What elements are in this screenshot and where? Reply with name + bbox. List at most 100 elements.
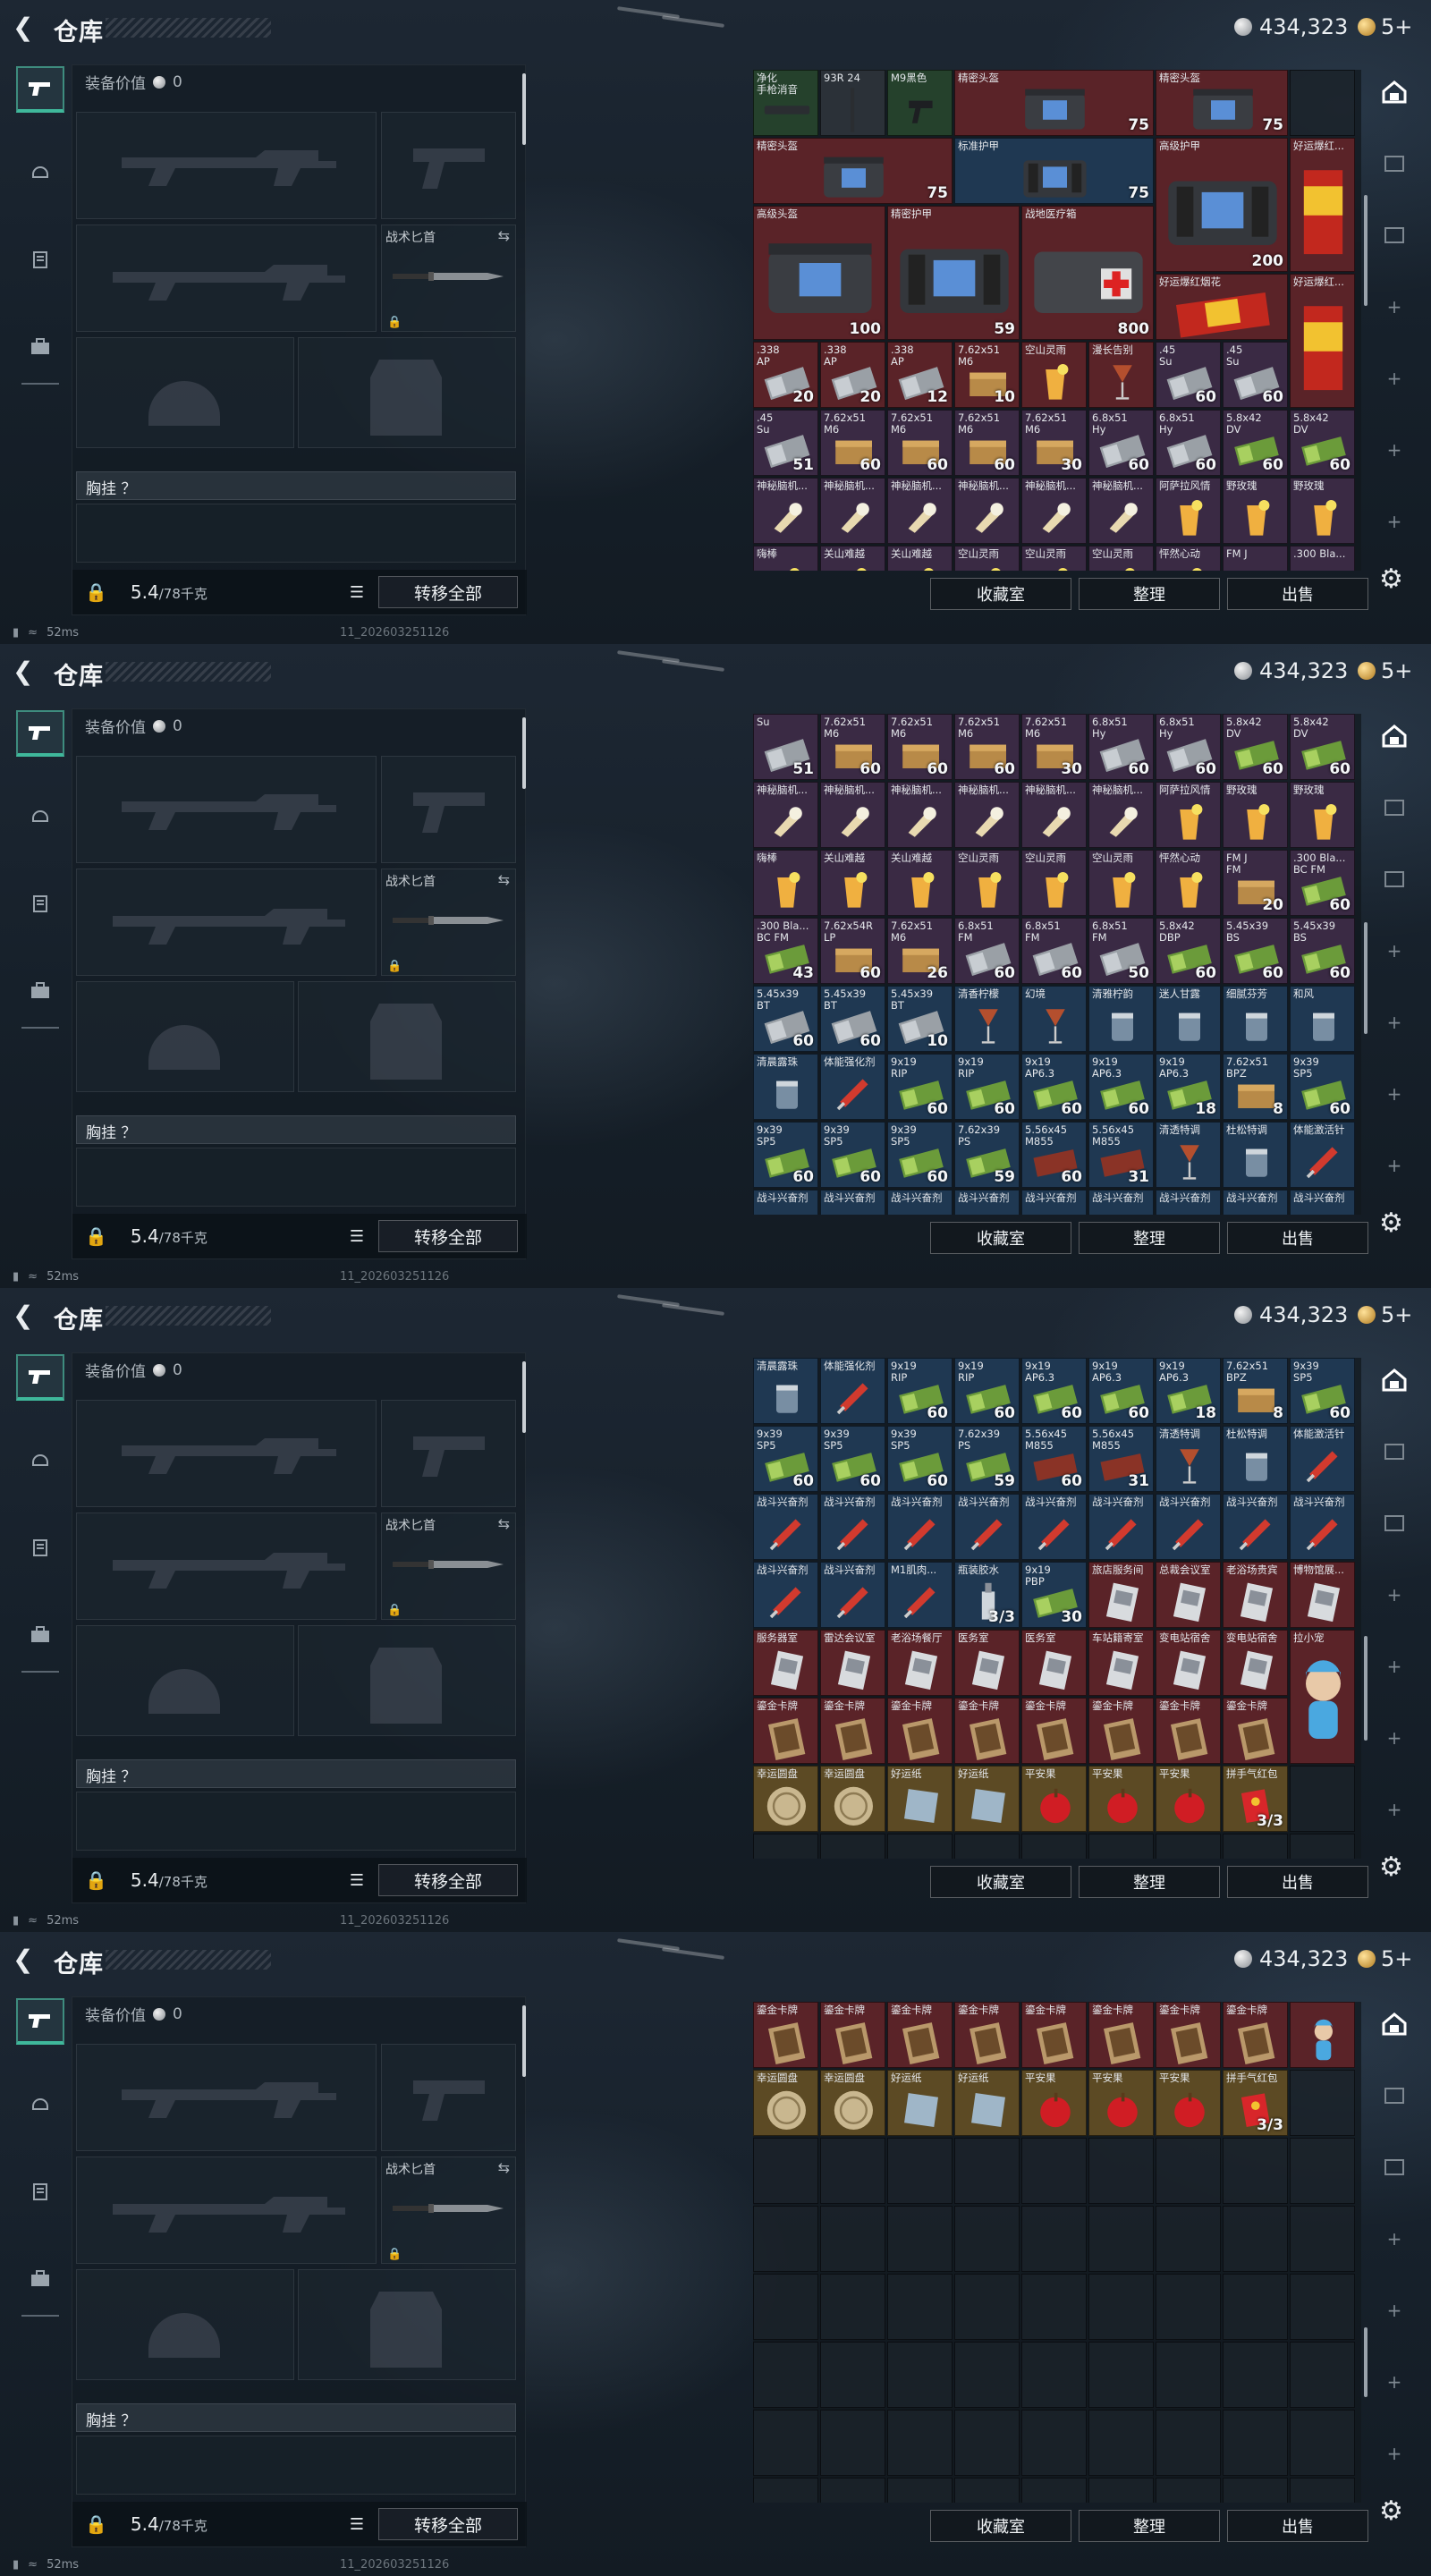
stash-item[interactable]: 5.45x39 BS 60 xyxy=(1290,918,1355,984)
stash-scrollbar[interactable] xyxy=(1364,2327,1367,2397)
stash-item[interactable]: 战斗兴奋剂 xyxy=(1021,1494,1087,1560)
stash-item[interactable]: 神秘脑机... xyxy=(1021,478,1087,544)
stash-item[interactable]: M9黑色 xyxy=(887,70,953,136)
stash-item[interactable]: 拉小宠 xyxy=(1290,1630,1355,1764)
knife-slot[interactable]: 战术匕首 ⇆ 🔒 xyxy=(381,225,516,332)
stash-item[interactable]: 鎏金卡牌 xyxy=(1223,1698,1288,1764)
stash-item[interactable]: 鎏金卡牌 xyxy=(1021,2002,1087,2068)
back-arrow-icon[interactable]: ❮ xyxy=(13,14,39,41)
equipment-scrollbar[interactable] xyxy=(522,1361,526,1433)
empty-slot[interactable] xyxy=(887,1834,953,1859)
stash-item[interactable]: 9x19 AP6.3 18 xyxy=(1156,1358,1221,1424)
transfer-all-button[interactable]: 转移全部 xyxy=(378,2508,518,2540)
stash-item[interactable]: 体能激活针 xyxy=(1290,1122,1355,1188)
stash-item[interactable]: 7.62x51 M6 60 xyxy=(887,714,953,780)
stash-item[interactable]: 精密头盔 75 xyxy=(753,138,953,204)
stash-item[interactable]: 6.8x51 Hy 60 xyxy=(1088,714,1154,780)
stash-item[interactable]: 9x39 SP5 60 xyxy=(1290,1358,1355,1424)
helmet-slot[interactable] xyxy=(76,981,294,1092)
stash-item[interactable]: 神秘脑机... xyxy=(820,478,885,544)
stash-item[interactable]: 战斗兴奋剂 xyxy=(1021,1190,1087,1215)
stash-item[interactable]: 服务器室 xyxy=(753,1630,818,1696)
stash-item[interactable]: 6.8x51 FM 60 xyxy=(954,918,1020,984)
swap-icon[interactable]: ⇆ xyxy=(498,227,510,244)
stash-item[interactable]: 好运纸 xyxy=(954,1766,1020,1832)
stash-item[interactable]: 5.56x45 M855 60 xyxy=(1021,1426,1087,1492)
stash-item[interactable]: 神秘脑机... xyxy=(753,782,818,848)
armor-slot[interactable] xyxy=(298,1625,516,1736)
empty-slot[interactable] xyxy=(1021,1834,1087,1859)
stash-item[interactable]: 清透特调 xyxy=(1156,1122,1221,1188)
stash-item[interactable]: 幸运圆盘 xyxy=(820,2070,885,2136)
stash-item[interactable]: 和风 xyxy=(1290,986,1355,1052)
empty-slot[interactable] xyxy=(753,2138,818,2204)
back-arrow-icon[interactable]: ❮ xyxy=(13,1302,39,1329)
add-page-icon[interactable]: + xyxy=(1374,2218,1415,2259)
empty-slot[interactable] xyxy=(954,1834,1020,1859)
knife-slot[interactable]: 战术匕首 ⇆ 🔒 xyxy=(381,2157,516,2264)
stash-item[interactable]: 空山灵雨 xyxy=(1021,546,1087,571)
stash-item[interactable]: 7.62x51 M6 30 xyxy=(1021,410,1087,476)
helmet-slot[interactable] xyxy=(76,2269,294,2380)
chest-rig-slot[interactable] xyxy=(76,504,516,563)
stash-item[interactable]: 神秘脑机... xyxy=(820,782,885,848)
stash-item[interactable]: 鎏金卡牌 xyxy=(1223,2002,1288,2068)
swap-icon[interactable]: ⇆ xyxy=(498,1515,510,1532)
sell-button[interactable]: 出售 xyxy=(1227,1222,1368,1254)
stash-item[interactable]: 鎏金卡牌 xyxy=(887,1698,953,1764)
stash-item[interactable]: 5.45x39 BT 60 xyxy=(753,986,818,1052)
empty-slot[interactable] xyxy=(753,2206,818,2272)
equipment-scrollbar[interactable] xyxy=(522,2005,526,2077)
stash-item[interactable]: 5.56x45 M855 31 xyxy=(1088,1122,1154,1188)
empty-slot[interactable] xyxy=(820,2274,885,2340)
empty-slot[interactable] xyxy=(1021,2342,1087,2408)
stash-home-tab[interactable] xyxy=(1374,1360,1415,1401)
stash-page-tab-2[interactable] xyxy=(1374,215,1415,256)
stash-item[interactable]: 标准护甲 75 xyxy=(954,138,1154,204)
stash-item[interactable]: 医务室 xyxy=(954,1630,1020,1696)
empty-slot[interactable] xyxy=(1088,2342,1154,2408)
stash-item[interactable]: 9x19 AP6.3 60 xyxy=(1088,1054,1154,1120)
stash-item[interactable]: 战斗兴奋剂 xyxy=(1088,1190,1154,1215)
add-page-icon[interactable]: + xyxy=(1374,2290,1415,2331)
stash-item[interactable]: 精密头盔 75 xyxy=(954,70,1154,136)
stash-item[interactable]: 幻境 xyxy=(1021,986,1087,1052)
stash-item[interactable]: 神秘脑机... xyxy=(954,478,1020,544)
empty-slot[interactable] xyxy=(1021,2206,1087,2272)
swap-icon[interactable]: ⇆ xyxy=(498,871,510,888)
stash-item[interactable]: 93R 24 xyxy=(820,70,885,136)
stash-item[interactable]: 5.8x42 DV 60 xyxy=(1290,714,1355,780)
stash-item[interactable]: 车站籍寄室 xyxy=(1088,1630,1154,1696)
stash-item[interactable]: 好运纸 xyxy=(887,2070,953,2136)
stash-item[interactable]: 清晨露珠 xyxy=(753,1054,818,1120)
stash-item[interactable]: .338 AP 20 xyxy=(753,342,818,408)
settings-gear-icon[interactable]: ⚙ xyxy=(1379,2496,1403,2527)
transfer-all-button[interactable]: 转移全部 xyxy=(378,1864,518,1896)
empty-slot[interactable] xyxy=(1088,1834,1154,1859)
empty-slot[interactable] xyxy=(1156,2410,1221,2476)
stash-item[interactable]: 野玫瑰 xyxy=(1223,782,1288,848)
currency-gold[interactable]: 5+ xyxy=(1358,14,1412,39)
empty-slot[interactable] xyxy=(1156,2342,1221,2408)
stash-item[interactable]: 7.62x51 M6 60 xyxy=(820,410,885,476)
list-icon[interactable]: ☰ xyxy=(350,583,364,602)
stash-item[interactable]: 平安果 xyxy=(1156,2070,1221,2136)
empty-slot[interactable] xyxy=(1156,1834,1221,1859)
tab-armor[interactable] xyxy=(16,148,64,195)
stash-item[interactable]: 战斗兴奋剂 xyxy=(820,1494,885,1560)
stash-item[interactable]: 神秘脑机... xyxy=(1088,782,1154,848)
stash-item[interactable]: 杜松特调 xyxy=(1223,1426,1288,1492)
stash-item[interactable]: Su 51 xyxy=(753,714,818,780)
stash-item[interactable]: 7.62x54R LP 60 xyxy=(820,918,885,984)
stash-item[interactable]: 清雅柠韵 xyxy=(1088,986,1154,1052)
tab-weapons[interactable] xyxy=(16,66,64,113)
settings-gear-icon[interactable]: ⚙ xyxy=(1379,1852,1403,1883)
pistol-slot[interactable] xyxy=(381,2044,516,2151)
collection-room-button[interactable]: 收藏室 xyxy=(930,1866,1071,1898)
add-page-icon[interactable]: + xyxy=(1374,501,1415,542)
stash-page-tab-2[interactable] xyxy=(1374,2147,1415,2188)
stash-item[interactable]: 5.45x39 BS 60 xyxy=(1223,918,1288,984)
stash-item[interactable]: 幸运圆盘 xyxy=(753,1766,818,1832)
sell-button[interactable]: 出售 xyxy=(1227,578,1368,610)
list-icon[interactable]: ☰ xyxy=(350,1871,364,1890)
